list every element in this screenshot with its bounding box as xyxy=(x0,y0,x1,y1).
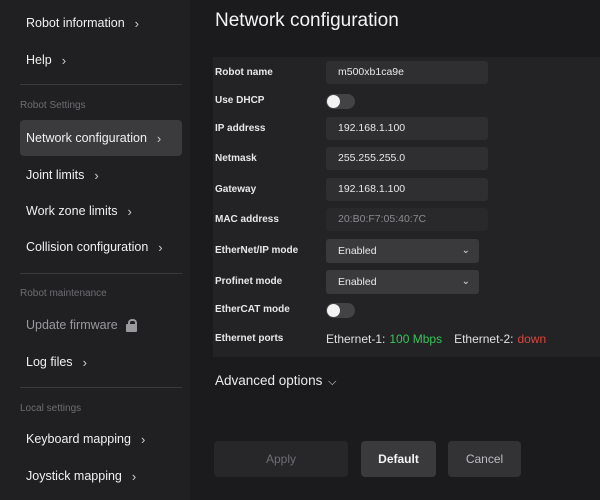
ethercat-mode-label: EtherCAT mode xyxy=(215,304,290,315)
row-gateway: Gateway 192.168.1.100 xyxy=(213,175,600,205)
section-label-robot-maintenance: Robot maintenance xyxy=(20,288,107,299)
row-ethernet-ip-mode: EtherNet/IP mode Enabled ⌄ xyxy=(213,236,600,266)
sidebar-item-label: Work zone limits xyxy=(26,204,118,218)
port1-name: Ethernet-1: xyxy=(326,332,386,346)
sidebar-item-label: Help xyxy=(26,53,52,67)
gateway-label: Gateway xyxy=(215,184,257,195)
row-ip-address: IP address 192.168.1.100 xyxy=(213,114,600,144)
chevron-right-icon: › xyxy=(94,167,99,183)
port2-status: down xyxy=(517,332,547,346)
ethernet-ports-label: Ethernet ports xyxy=(215,333,284,344)
sidebar-item-collision-configuration[interactable]: Collision configuration › xyxy=(20,229,182,265)
row-netmask: Netmask 255.255.255.0 xyxy=(213,144,600,174)
sidebar-item-label: Keyboard mapping xyxy=(26,432,131,446)
port2-name: Ethernet-2: xyxy=(454,332,514,346)
cancel-button[interactable]: Cancel xyxy=(448,441,521,477)
advanced-options-label: Advanced options xyxy=(215,373,323,388)
toggle-knob xyxy=(327,304,340,317)
apply-button[interactable]: Apply xyxy=(214,441,348,477)
row-use-dhcp: Use DHCP xyxy=(213,86,600,116)
chevron-down-icon: ⌵ xyxy=(328,376,337,388)
chevron-right-icon: › xyxy=(158,239,163,255)
netmask-label: Netmask xyxy=(215,153,257,164)
chevron-down-icon: ⌄ xyxy=(461,245,470,256)
mac-address-label: MAC address xyxy=(215,214,279,225)
chevron-right-icon: › xyxy=(61,52,67,68)
advanced-options-toggle[interactable]: Advanced options ⌵ xyxy=(215,373,336,389)
use-dhcp-toggle[interactable] xyxy=(326,94,355,109)
chevron-right-icon: › xyxy=(156,130,162,146)
ip-address-input[interactable]: 192.168.1.100 xyxy=(326,117,488,140)
sidebar-item-work-zone-limits[interactable]: Work zone limits › xyxy=(20,193,182,229)
sidebar-item-robot-information[interactable]: Robot information › xyxy=(20,5,182,41)
sidebar-item-network-configuration[interactable]: Network configuration › xyxy=(20,120,182,156)
sidebar-item-log-files[interactable]: Log files › xyxy=(20,344,182,380)
gateway-input[interactable]: 192.168.1.100 xyxy=(326,178,488,201)
sidebar-item-label: Joint limits xyxy=(26,168,85,182)
sidebar-item-label: Log files xyxy=(26,355,73,369)
profinet-mode-select[interactable]: Enabled ⌄ xyxy=(326,270,479,294)
ethernet-ports-status: Ethernet-1: 100 Mbps Ethernet-2: down xyxy=(326,324,546,354)
profinet-mode-label: Profinet mode xyxy=(215,276,283,287)
use-dhcp-label: Use DHCP xyxy=(215,95,265,106)
row-ethercat-mode: EtherCAT mode xyxy=(213,295,600,325)
ip-address-label: IP address xyxy=(215,123,266,134)
chevron-right-icon: › xyxy=(127,203,132,219)
row-mac-address: MAC address 20:B0:F7:05:40:7C xyxy=(213,205,600,235)
mac-address-value: 20:B0:F7:05:40:7C xyxy=(326,208,488,231)
row-ethernet-ports: Ethernet ports Ethernet-1: 100 Mbps Ethern… xyxy=(213,324,600,354)
sidebar-item-label: Network configuration xyxy=(26,131,147,145)
main-content: Network configuration Robot name m500xb1… xyxy=(190,0,600,500)
chevron-right-icon: › xyxy=(131,468,137,484)
sidebar: Robot information › Help › Robot Setting… xyxy=(0,0,190,500)
select-value: Enabled xyxy=(338,276,377,288)
robot-name-input[interactable]: m500xb1ca9e xyxy=(326,61,488,84)
port1-status: 100 Mbps xyxy=(389,332,443,346)
chevron-right-icon: › xyxy=(134,15,140,31)
section-label-robot-settings: Robot Settings xyxy=(20,100,86,111)
chevron-down-icon: ⌄ xyxy=(461,276,470,287)
row-robot-name: Robot name m500xb1ca9e xyxy=(213,58,600,88)
sidebar-item-joint-limits[interactable]: Joint limits › xyxy=(20,157,182,193)
page-title: Network configuration xyxy=(215,10,399,31)
netmask-input[interactable]: 255.255.255.0 xyxy=(326,147,488,170)
sidebar-item-joystick-mapping[interactable]: Joystick mapping › xyxy=(20,458,182,494)
row-profinet-mode: Profinet mode Enabled ⌄ xyxy=(213,267,600,297)
robot-name-label: Robot name xyxy=(215,67,273,78)
chevron-right-icon: › xyxy=(82,354,87,370)
ethernet-ip-mode-label: EtherNet/IP mode xyxy=(215,245,299,256)
divider xyxy=(20,387,182,388)
sidebar-item-help[interactable]: Help › xyxy=(20,42,182,78)
section-label-local-settings: Local settings xyxy=(20,403,82,414)
ethernet-ip-mode-select[interactable]: Enabled ⌄ xyxy=(326,239,479,263)
sidebar-item-update-firmware: Update firmware xyxy=(20,307,182,343)
sidebar-item-keyboard-mapping[interactable]: Keyboard mapping › xyxy=(20,421,182,457)
sidebar-item-label: Update firmware xyxy=(26,318,118,332)
toggle-knob xyxy=(327,95,340,108)
select-value: Enabled xyxy=(338,245,377,257)
sidebar-item-label: Collision configuration xyxy=(26,240,149,254)
lock-icon xyxy=(125,318,137,332)
sidebar-item-label: Robot information xyxy=(26,16,125,30)
sidebar-item-label: Joystick mapping xyxy=(26,469,122,483)
chevron-right-icon: › xyxy=(140,431,146,447)
default-button[interactable]: Default xyxy=(361,441,436,477)
divider xyxy=(20,84,182,85)
ethercat-mode-toggle[interactable] xyxy=(326,303,355,318)
divider xyxy=(20,273,182,274)
network-settings-panel: Robot name m500xb1ca9e Use DHCP IP addre… xyxy=(213,57,600,357)
